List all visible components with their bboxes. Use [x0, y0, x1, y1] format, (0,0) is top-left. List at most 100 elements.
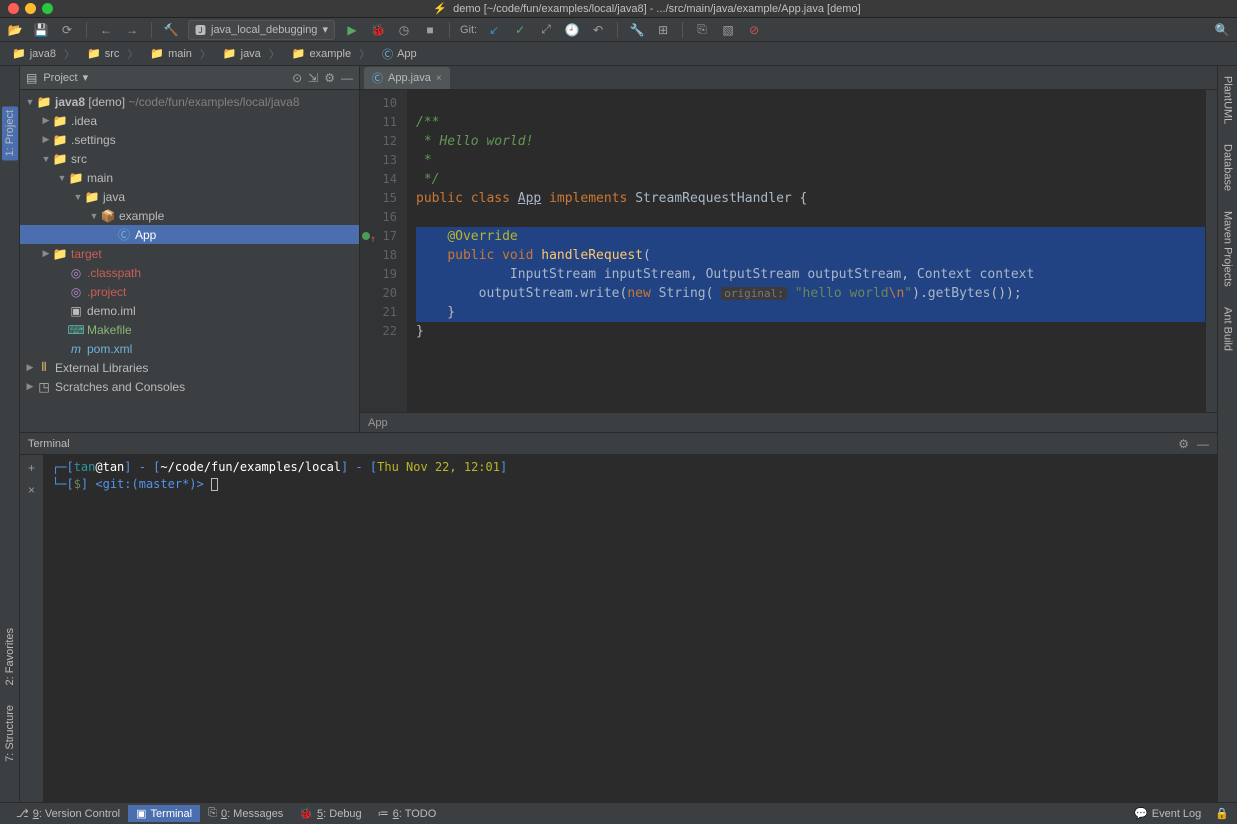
- crumb-java8[interactable]: 📁java8: [6, 46, 81, 62]
- tree-classpath[interactable]: ◎.classpath: [20, 263, 359, 282]
- git-compare-icon[interactable]: ⤢: [537, 21, 555, 39]
- sb-messages[interactable]: ⎘0: Messages: [200, 805, 291, 822]
- sb-vcs[interactable]: ⎇9: Version Control: [8, 805, 128, 822]
- tree-target[interactable]: ▶📁target: [20, 244, 359, 263]
- git-commit-icon[interactable]: ✓: [511, 21, 529, 39]
- editor-crumb-app[interactable]: App: [368, 417, 388, 429]
- coverage-icon[interactable]: ◷: [395, 21, 413, 39]
- line-gutter: 10 11 12 13 14 15 16 ↑17 18 19 20 21 22: [360, 90, 408, 412]
- hide-icon[interactable]: —: [1197, 437, 1209, 451]
- terminal-title: Terminal: [28, 438, 1178, 450]
- minimize-window-icon[interactable]: [25, 3, 36, 14]
- ant-tab[interactable]: Ant Build: [1222, 307, 1234, 351]
- sdk-icon[interactable]: ⎘: [693, 21, 711, 39]
- tree-pom[interactable]: mpom.xml: [20, 339, 359, 358]
- separator: [449, 22, 450, 38]
- plantuml-tab[interactable]: PlantUML: [1222, 76, 1234, 124]
- dropdown-icon: ▾: [322, 23, 328, 36]
- tree-demo-iml[interactable]: ▣demo.iml: [20, 301, 359, 320]
- tree-main[interactable]: ▼📁main: [20, 168, 359, 187]
- crumb-src[interactable]: 📁src: [81, 46, 144, 62]
- avd-icon[interactable]: ▧: [719, 21, 737, 39]
- project-sidebar: ▤ Project ▾ ⊙ ⇲ ⚙ — ▼📁 java8 [: [20, 66, 360, 432]
- terminal-left-tools: + ×: [20, 455, 44, 802]
- maven-tab[interactable]: Maven Projects: [1222, 211, 1234, 287]
- terminal-panel: Terminal ⚙ — + × ┌─[tan@tan] - [~/code/f…: [20, 432, 1217, 802]
- tree-settings[interactable]: ▶📁.settings: [20, 130, 359, 149]
- gear-icon[interactable]: ⚙: [324, 71, 335, 85]
- sidebar-header: ▤ Project ▾ ⊙ ⇲ ⚙ —: [20, 66, 359, 90]
- editor-scrollbar[interactable]: [1205, 90, 1217, 412]
- tree-extlib[interactable]: ▶⫴External Libraries: [20, 358, 359, 377]
- crumb-java[interactable]: 📁java: [217, 46, 286, 62]
- lock-icon[interactable]: 🔒: [1215, 807, 1229, 820]
- left-tool-gutter: 1: Project 2: Favorites 7: Structure: [0, 66, 20, 802]
- tree-root[interactable]: ▼📁 java8 [demo] ~/code/fun/examples/loca…: [20, 92, 359, 111]
- tree-scratch[interactable]: ▶◳Scratches and Consoles: [20, 377, 359, 396]
- structure-icon[interactable]: ⊞: [654, 21, 672, 39]
- tree-example[interactable]: ▼📦example: [20, 206, 359, 225]
- center-column: ▤ Project ▾ ⊙ ⇲ ⚙ — ▼📁 java8 [: [20, 66, 1217, 802]
- save-icon[interactable]: 💾: [32, 21, 50, 39]
- presentation-icon[interactable]: ⊘: [745, 21, 763, 39]
- project-tool-tab[interactable]: 1: Project: [2, 106, 18, 160]
- open-icon[interactable]: 📂: [6, 21, 24, 39]
- sb-event-log[interactable]: 💬Event Log: [1126, 805, 1209, 822]
- git-history-icon[interactable]: 🕘: [563, 21, 581, 39]
- refresh-icon[interactable]: ⟳: [58, 21, 76, 39]
- project-view-icon: ▤: [26, 71, 37, 85]
- stop-icon[interactable]: ■: [421, 21, 439, 39]
- build-icon[interactable]: 🔨: [162, 21, 180, 39]
- tree-idea[interactable]: ▶📁.idea: [20, 111, 359, 130]
- run-icon[interactable]: ▶: [343, 21, 361, 39]
- run-config-selector[interactable]: 🅹 java_local_debugging ▾: [188, 20, 335, 40]
- git-update-icon[interactable]: ↙: [485, 21, 503, 39]
- main-toolbar: 📂 💾 ⟳ ← → 🔨 🅹 java_local_debugging ▾ ▶ 🐞…: [0, 18, 1237, 42]
- close-terminal-icon[interactable]: ×: [28, 483, 35, 497]
- crumb-main[interactable]: 📁main: [144, 46, 217, 62]
- project-tree[interactable]: ▼📁 java8 [demo] ~/code/fun/examples/loca…: [20, 90, 359, 432]
- dropdown-icon: ▾: [83, 71, 89, 84]
- structure-tool-tab[interactable]: 7: Structure: [4, 705, 16, 762]
- git-revert-icon[interactable]: ↶: [589, 21, 607, 39]
- main-area: 1: Project 2: Favorites 7: Structure ▤ P…: [0, 66, 1237, 802]
- sb-terminal[interactable]: ▣Terminal: [128, 805, 200, 822]
- sb-debug[interactable]: 🐞5: Debug: [291, 805, 369, 822]
- terminal-content[interactable]: ┌─[tan@tan] - [~/code/fun/examples/local…: [44, 455, 1217, 802]
- separator: [617, 22, 618, 38]
- tree-makefile[interactable]: ⌨Makefile: [20, 320, 359, 339]
- code-text[interactable]: /** * Hello world! * */ public class App…: [408, 90, 1205, 412]
- debug-icon[interactable]: 🐞: [369, 21, 387, 39]
- maximize-window-icon[interactable]: [42, 3, 53, 14]
- add-terminal-icon[interactable]: +: [28, 461, 35, 475]
- tree-java[interactable]: ▼📁java: [20, 187, 359, 206]
- project-view-selector[interactable]: Project ▾: [43, 71, 286, 84]
- separator: [682, 22, 683, 38]
- close-window-icon[interactable]: [8, 3, 19, 14]
- tree-app[interactable]: ⒸApp: [20, 225, 359, 244]
- wrench-icon[interactable]: 🔧: [628, 21, 646, 39]
- scroll-to-icon[interactable]: ⊙: [292, 71, 302, 85]
- collapse-icon[interactable]: ⇲: [308, 71, 318, 85]
- crumb-app[interactable]: ⒸApp: [376, 46, 431, 62]
- status-bar: ⎇9: Version Control ▣Terminal ⎘0: Messag…: [0, 802, 1237, 824]
- database-tab[interactable]: Database: [1222, 144, 1234, 191]
- window-title: ⚡ demo [~/code/fun/examples/local/java8]…: [65, 2, 1229, 15]
- close-tab-icon[interactable]: ×: [436, 73, 442, 84]
- gear-icon[interactable]: ⚙: [1178, 437, 1189, 451]
- tree-project[interactable]: ◎.project: [20, 282, 359, 301]
- search-icon[interactable]: 🔍: [1213, 21, 1231, 39]
- tree-src[interactable]: ▼📁src: [20, 149, 359, 168]
- tab-app-java[interactable]: Ⓒ App.java ×: [364, 67, 450, 89]
- favorites-tool-tab[interactable]: 2: Favorites: [4, 628, 16, 685]
- hide-icon[interactable]: —: [341, 71, 353, 85]
- crumb-example[interactable]: 📁example: [286, 46, 376, 62]
- terminal-header: Terminal ⚙ —: [20, 433, 1217, 455]
- back-icon[interactable]: ←: [97, 21, 115, 39]
- separator: [86, 22, 87, 38]
- sb-todo[interactable]: ≔6: TODO: [370, 805, 445, 822]
- forward-icon[interactable]: →: [123, 21, 141, 39]
- override-marker-icon[interactable]: [362, 232, 370, 240]
- code-area[interactable]: 10 11 12 13 14 15 16 ↑17 18 19 20 21 22: [360, 90, 1217, 412]
- terminal-cursor: [211, 478, 218, 491]
